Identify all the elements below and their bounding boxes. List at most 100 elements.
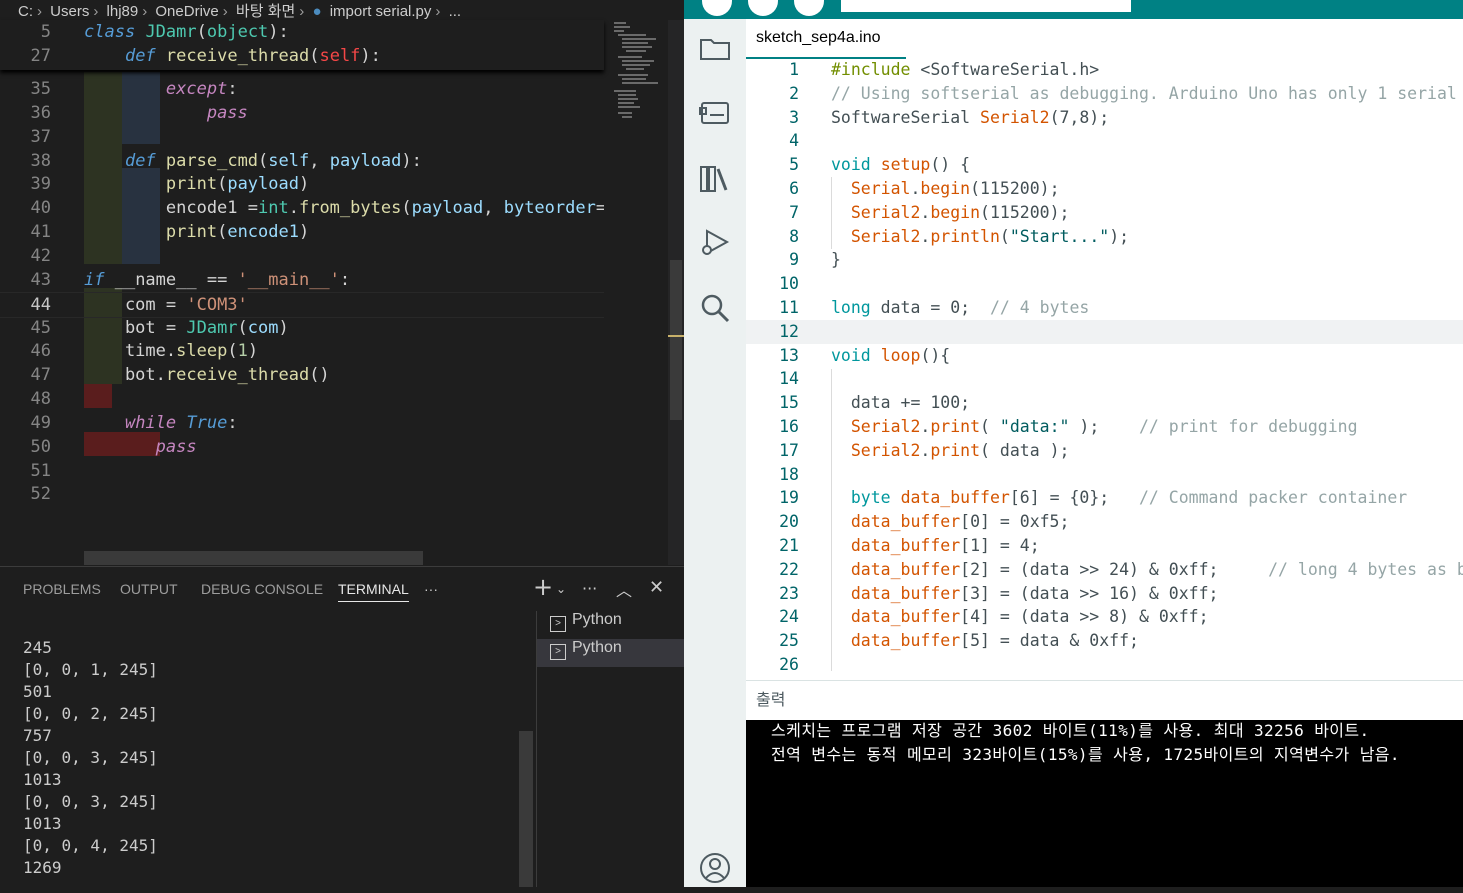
line-number: 27 — [30, 46, 51, 66]
sketch-editor[interactable]: 1 #include <SoftwareSerial.h> 2 // Using so… — [746, 57, 1463, 680]
code-token: __name__ == — [104, 269, 238, 290]
board-manager-icon[interactable] — [698, 95, 732, 129]
code-line[interactable]: 41 print(encode1) — [0, 220, 604, 244]
code-line[interactable]: 35 except: — [0, 77, 604, 101]
code-line[interactable]: 22 data_buffer[2] = (data >> 24) & 0xff;… — [746, 558, 1463, 582]
terminal-scrollbar[interactable] — [519, 731, 533, 887]
breadcrumb-user[interactable]: lhj89 — [107, 3, 139, 20]
code-token: [6] = {0}; — [1009, 488, 1139, 508]
code-line[interactable]: 8 Serial2.println("Start..."); — [746, 225, 1463, 249]
terminal-item[interactable]: > Python — [537, 611, 684, 639]
code-line[interactable]: 1 #include <SoftwareSerial.h> — [746, 58, 1463, 82]
code-line[interactable]: 49 while True: — [0, 411, 604, 435]
scrollbar-thumb[interactable] — [670, 260, 682, 420]
code-line[interactable]: 51 — [0, 459, 604, 483]
upload-button[interactable] — [748, 0, 778, 16]
breadcrumb-users[interactable]: Users — [50, 3, 89, 20]
code-token: ( — [217, 222, 228, 243]
tab-output[interactable]: OUTPUT — [120, 581, 178, 597]
sticky-scroll-header[interactable]: 5 class JDamr(object): 27 def receive_thre… — [0, 20, 604, 70]
code-line[interactable]: 14 — [746, 367, 1463, 391]
new-terminal-icon[interactable]: + — [533, 573, 553, 601]
line-number: 12 — [779, 321, 799, 341]
code-line[interactable]: 5 void setup() { — [746, 153, 1463, 177]
code-line[interactable]: 39 print(payload) — [0, 172, 604, 196]
code-line[interactable]: 40 encode1 =int.from_bytes(payload, byte… — [0, 196, 604, 220]
line-content: bot.receive_thread() — [84, 363, 330, 387]
code-token: data_buffer — [850, 512, 961, 532]
terminal-output[interactable]: 245 [0, 0, 1, 245] 501 [0, 0, 2, 245] 757 [0,… — [23, 637, 523, 887]
code-line[interactable]: 25 data_buffer[5] = data & 0xff; — [746, 629, 1463, 653]
tab-problems[interactable]: PROBLEMS — [23, 581, 101, 597]
code-editor[interactable]: 35 except: 36 pass 37 38 def parse_cmd(self… — [0, 20, 604, 565]
terminal-icon: > — [550, 616, 566, 632]
code-line[interactable]: 5 class JDamr(object): — [0, 20, 604, 44]
editor-scrollbar[interactable] — [668, 20, 684, 565]
code-line[interactable]: 15 data += 100; — [746, 391, 1463, 415]
code-line[interactable]: 24 data_buffer[4] = (data >> 8) & 0xff; — [746, 605, 1463, 629]
tab-sketch-file[interactable]: sketch_sep4a.ino — [746, 19, 906, 59]
code-line[interactable]: 27 def receive_thread(self): — [0, 44, 604, 68]
code-line[interactable]: 6 Serial.begin(115200); — [746, 177, 1463, 201]
tab-debug-console[interactable]: DEBUG CONSOLE — [201, 581, 323, 597]
code-line[interactable]: 7 Serial2.begin(115200); — [746, 201, 1463, 225]
board-selector[interactable] — [841, 0, 1131, 12]
output-console[interactable]: 스케치는 프로그램 저장 공간 3602 바이트(11%)를 사용. 최대 32… — [746, 720, 1463, 887]
code-line[interactable]: 13 void loop(){ — [746, 344, 1463, 368]
more-actions-icon[interactable]: ··· — [582, 579, 597, 598]
code-line[interactable]: 12 — [746, 319, 1463, 344]
code-line[interactable]: 26 — [746, 653, 1463, 677]
code-line[interactable]: 44 com = 'COM3' — [0, 291, 604, 318]
code-line[interactable]: 42 — [0, 244, 604, 268]
breadcrumb-drive[interactable]: C: — [18, 3, 33, 20]
breadcrumb-desktop[interactable]: 바탕 화면 — [236, 0, 295, 20]
code-line[interactable]: 17 Serial2.print( data ); — [746, 439, 1463, 463]
breadcrumb-file[interactable]: import serial.py — [330, 3, 432, 20]
code-line[interactable]: 47 bot.receive_thread() — [0, 363, 604, 387]
breadcrumb-more[interactable]: ... — [449, 3, 462, 20]
code-line[interactable]: 10 — [746, 272, 1463, 296]
code-line[interactable]: 48 — [0, 387, 604, 411]
code-line[interactable]: 46 time.sleep(1) — [0, 339, 604, 363]
code-token: data_buffer — [850, 607, 961, 627]
code-line[interactable]: 4 — [746, 129, 1463, 153]
code-line[interactable]: 20 data_buffer[0] = 0xf5; — [746, 510, 1463, 534]
code-line[interactable]: 52 — [0, 482, 604, 506]
account-icon[interactable] — [698, 851, 732, 885]
code-line[interactable]: 23 data_buffer[3] = (data >> 16) & 0xff; — [746, 582, 1463, 606]
code-line[interactable]: 9} — [746, 248, 1463, 272]
code-line[interactable]: 3 SoftwareSerial Serial2(7,8); — [746, 106, 1463, 130]
library-manager-icon[interactable] — [698, 161, 732, 195]
search-icon[interactable] — [698, 291, 732, 325]
code-line[interactable]: 37 — [0, 125, 604, 149]
chevron-down-icon[interactable]: ⌄ — [556, 582, 566, 596]
minimap[interactable] — [604, 20, 668, 565]
code-token: [0] = 0xf5; — [960, 512, 1070, 532]
code-line[interactable]: 11 long data = 0; // 4 bytes — [746, 296, 1463, 320]
horizontal-scrollbar[interactable] — [84, 551, 423, 565]
code-line[interactable]: 36 pass — [0, 101, 604, 125]
verify-button[interactable] — [702, 0, 732, 16]
panel-more-button[interactable]: ··· — [424, 581, 438, 597]
code-line[interactable]: 16 Serial2.print( "data:" ); // print fo… — [746, 415, 1463, 439]
code-line[interactable]: 2 // Using softserial as debugging. Ardui… — [746, 82, 1463, 106]
debug-button[interactable] — [794, 0, 824, 16]
close-panel-icon[interactable]: ✕ — [649, 577, 664, 598]
tab-terminal[interactable]: TERMINAL — [338, 581, 409, 602]
code-line[interactable]: 43 if __name__ == '__main__': — [0, 268, 604, 292]
line-number: 4 — [789, 131, 799, 151]
terminal-line: 501 — [23, 682, 52, 701]
breadcrumb-onedrive[interactable]: OneDrive — [155, 3, 218, 20]
code-line[interactable]: 19 byte data_buffer[6] = {0}; // Command… — [746, 486, 1463, 510]
code-line[interactable]: 38 def parse_cmd(self, payload): — [0, 149, 604, 173]
debug-icon[interactable] — [698, 225, 732, 259]
code-token: } — [831, 250, 841, 270]
code-line[interactable]: 21 data_buffer[1] = 4; — [746, 534, 1463, 558]
terminal-item-selected[interactable]: > Python — [537, 639, 684, 667]
code-line[interactable]: 45 bot = JDamr(com) — [0, 316, 604, 340]
folder-icon[interactable] — [698, 31, 732, 65]
code-line[interactable]: 18 — [746, 463, 1463, 487]
maximize-panel-icon[interactable]: ︿ — [616, 577, 632, 601]
code-line[interactable]: 50 pass — [0, 435, 604, 459]
